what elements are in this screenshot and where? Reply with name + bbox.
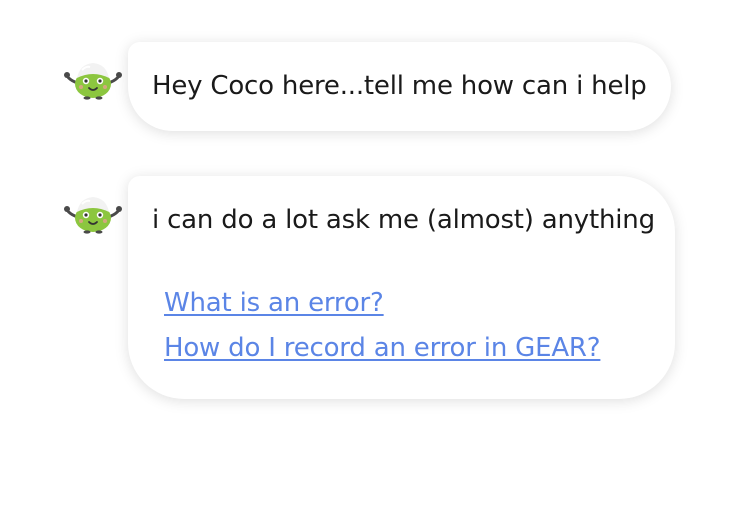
chat-transcript: Hey Coco here...tell me how can i help i… [0,0,748,522]
coconut-mascot-icon [62,194,124,234]
suggestion-link-record-error-in-gear[interactable]: How do I record an error in GEAR? [164,333,601,363]
bot-message-bubble: Hey Coco here...tell me how can i help [128,42,671,131]
coconut-mascot-icon [62,60,124,100]
message-text: Hey Coco here...tell me how can i help [152,71,647,101]
bot-message-bubble: i can do a lot ask me (almost) anything … [128,176,675,399]
suggestion-list: What is an error? How do I record an err… [164,288,601,363]
suggestion-link-what-is-an-error[interactable]: What is an error? [164,288,600,318]
message-text: i can do a lot ask me (almost) anything [152,205,655,235]
